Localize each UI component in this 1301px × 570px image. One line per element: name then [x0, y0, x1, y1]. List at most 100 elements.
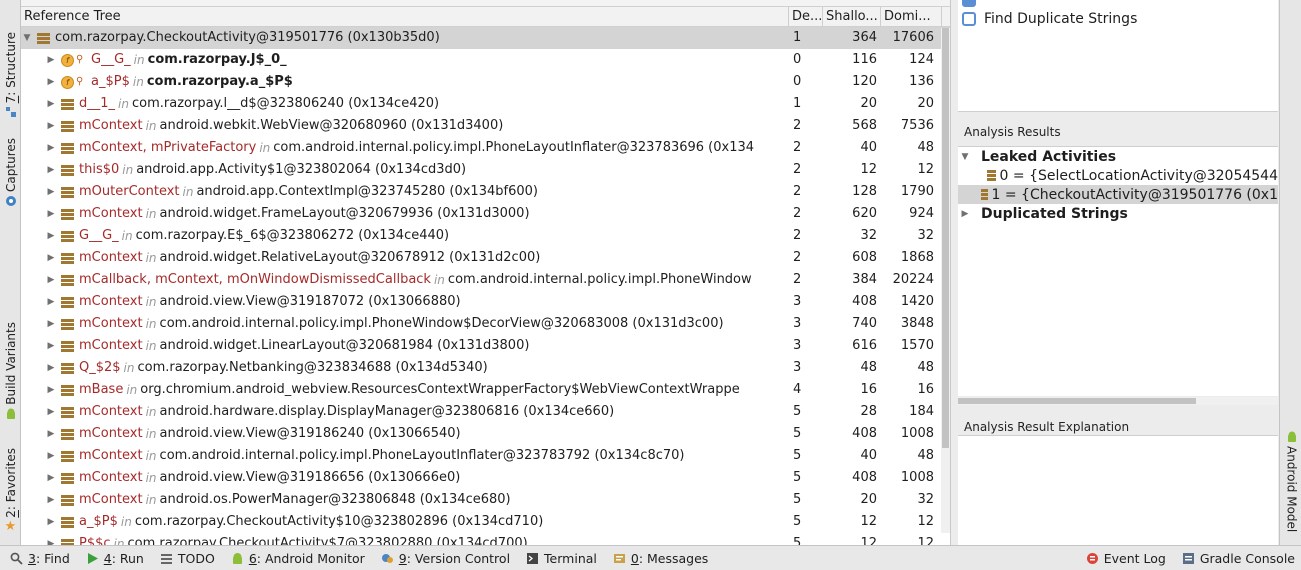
class-tree-icon: ⚲: [76, 76, 84, 87]
instance-icon: [61, 450, 74, 462]
tab-captures[interactable]: Captures: [0, 138, 21, 210]
gradle-icon: [1182, 552, 1195, 565]
bottom-tool-bar: 3: Find 4: Run TODO 6: Android Monitor 9: Ve…: [0, 545, 1301, 570]
field-name: Q_$2$: [79, 360, 121, 375]
tree-row[interactable]: ▶ mContext, mPrivateFactory in com.android.…: [21, 137, 950, 159]
results-horizontal-scrollbar[interactable]: [958, 397, 1278, 405]
field-name: mContext: [79, 316, 143, 331]
expand-arrow-icon[interactable]: ▶: [45, 203, 57, 225]
expand-arrow-icon[interactable]: ▼: [958, 152, 972, 162]
field-name: P$$c: [79, 536, 111, 545]
expand-arrow-icon[interactable]: ▶: [45, 181, 57, 203]
tab-build-variants[interactable]: Build Variants: [0, 322, 21, 423]
results-scroll-thumb[interactable]: [958, 398, 1196, 404]
expand-arrow-icon[interactable]: ▶: [45, 423, 57, 445]
expand-arrow-icon[interactable]: ▶: [45, 269, 57, 291]
tree-row[interactable]: ▶ mContext in android.widget.RelativeLayout…: [21, 247, 950, 269]
tree-row[interactable]: ▶ mContext in android.view.View@319187072 (…: [21, 291, 950, 313]
dominating-value: 48: [917, 448, 934, 463]
tree-row[interactable]: ▶ P$$c in com.razorpay.CheckoutActivity$7@3…: [21, 533, 950, 545]
leaked-activity-item[interactable]: 1 = {CheckoutActivity@319501776 (0x1: [958, 185, 1278, 204]
leaked-activities-node[interactable]: ▼ Leaked Activities: [958, 147, 1278, 166]
tree-root-row[interactable]: ▼ com.razorpay.CheckoutActivity@31950177…: [21, 27, 950, 49]
expand-arrow-icon[interactable]: ▶: [45, 313, 57, 335]
bottom-tab[interactable]: 3: Find: [10, 551, 70, 566]
expand-arrow-icon[interactable]: ▶: [45, 533, 57, 545]
tree-row[interactable]: ▶ mContext in android.hardware.display.Disp…: [21, 401, 950, 423]
option-find-duplicate-strings[interactable]: Find Duplicate Strings: [962, 11, 1137, 27]
bottom-tab[interactable]: 0: Messages: [613, 551, 708, 566]
leaked-activity-item[interactable]: 0 = {SelectLocationActivity@32054544: [958, 166, 1278, 185]
column-dominating-size[interactable]: Domi...: [881, 7, 942, 26]
instance-icon: [61, 406, 74, 418]
tree-row[interactable]: ▶ f ⚲ a_$P$ in com.razorpay.a_$P$ 0 120 136: [21, 71, 950, 93]
bottom-tab[interactable]: 6: Android Monitor: [231, 551, 365, 566]
tree-scroll-thumb[interactable]: [942, 28, 949, 448]
expand-arrow-icon[interactable]: ▶: [45, 467, 57, 489]
expand-arrow-icon[interactable]: ▶: [45, 115, 57, 137]
detect-leaks-checkbox[interactable]: [962, 0, 976, 7]
tree-row[interactable]: ▶ mContext in com.android.internal.policy.i…: [21, 445, 950, 467]
expand-arrow-icon[interactable]: ▶: [958, 209, 972, 219]
expand-arrow-icon[interactable]: ▶: [45, 93, 57, 115]
column-depth[interactable]: De...: [789, 7, 823, 26]
expand-arrow-icon[interactable]: ▶: [45, 159, 57, 181]
option-detect-leaks[interactable]: [962, 0, 984, 7]
bottom-tabs-left: 3: Find 4: Run TODO 6: Android Monitor 9: Ve…: [0, 551, 714, 566]
tree-row[interactable]: ▶ f ⚲ G__G_ in com.razorpay.J$_0_ 0 116 124: [21, 49, 950, 71]
expand-arrow-icon[interactable]: ▶: [45, 489, 57, 511]
upper-panel-edge: [21, 0, 950, 7]
tree-row[interactable]: ▶ mContext in android.view.View@319186240 (…: [21, 423, 950, 445]
expand-arrow-icon[interactable]: ▶: [45, 445, 57, 467]
bottom-tab-number: 9: [398, 550, 407, 566]
expand-arrow-icon[interactable]: ▶: [45, 357, 57, 379]
find-duplicate-checkbox[interactable]: [962, 12, 976, 26]
tree-row[interactable]: ▶ G__G_ in com.razorpay.E$_6$@323806272 (0x…: [21, 225, 950, 247]
bottom-tab[interactable]: 4: Run: [86, 551, 144, 566]
expand-arrow-icon[interactable]: ▶: [45, 71, 57, 93]
tree-row[interactable]: ▶ this$0 in android.app.Activity$1@32380206…: [21, 159, 950, 181]
tree-vertical-scrollbar[interactable]: [941, 28, 950, 533]
expand-arrow-icon[interactable]: ▶: [45, 247, 57, 269]
dominating-value: 1008: [900, 426, 934, 441]
bottom-tab[interactable]: 9: Version Control: [381, 551, 510, 566]
tree-row[interactable]: ▶ mBase in org.chromium.android_webview.Res…: [21, 379, 950, 401]
expand-arrow-icon[interactable]: ▶: [45, 335, 57, 357]
tree-row[interactable]: ▶ a_$P$ in com.razorpay.CheckoutActivity$10…: [21, 511, 950, 533]
tree-row[interactable]: ▶ mOuterContext in android.app.ContextImpl@…: [21, 181, 950, 203]
depth-value: 5: [793, 492, 802, 507]
column-reference[interactable]: Reference Tree: [21, 7, 789, 26]
expand-arrow-icon[interactable]: ▶: [45, 291, 57, 313]
bottom-tab[interactable]: Terminal: [526, 551, 597, 566]
bottom-tab[interactable]: Event Log: [1086, 551, 1166, 566]
analysis-explanation-area: [958, 435, 1278, 545]
tree-row[interactable]: ▶ mContext in android.widget.LinearLayout@3…: [21, 335, 950, 357]
expand-arrow-icon[interactable]: ▶: [45, 379, 57, 401]
tree-row[interactable]: ▶ mContext in android.view.View@319186656 (…: [21, 467, 950, 489]
collapse-arrow-icon[interactable]: ▼: [21, 27, 33, 49]
tab-structure[interactable]: 7: Structure: [0, 32, 21, 121]
expand-arrow-icon[interactable]: ▶: [45, 511, 57, 533]
tab-android-model[interactable]: Android Model: [1281, 428, 1301, 532]
vcs-icon: [381, 552, 394, 565]
depth-value: 2: [793, 162, 802, 177]
bottom-tab[interactable]: TODO: [160, 551, 215, 566]
tree-row[interactable]: ▶ mContext in com.android.internal.policy.i…: [21, 313, 950, 335]
tree-row[interactable]: ▶ mContext in android.widget.FrameLayout@32…: [21, 203, 950, 225]
tree-row[interactable]: ▶ Q_$2$ in com.razorpay.Netbanking@32383468…: [21, 357, 950, 379]
instance-icon: [61, 318, 74, 330]
expand-arrow-icon[interactable]: ▶: [45, 137, 57, 159]
leaked-item-text: 1 = {CheckoutActivity@319501776 (0x1: [991, 186, 1278, 203]
tree-row[interactable]: ▶ d__1_ in com.razorpay.l__d$@323806240 (0x…: [21, 93, 950, 115]
tree-row[interactable]: ▶ mContext in android.webkit.WebView@320680…: [21, 115, 950, 137]
column-shallow-size[interactable]: Shallo...: [823, 7, 881, 26]
bottom-tab[interactable]: Gradle Console: [1182, 551, 1295, 566]
instance-icon: [61, 274, 74, 286]
tree-row[interactable]: ▶ mCallback, mContext, mOnWindowDismissed…: [21, 269, 950, 291]
tab-favorites[interactable]: 2: Favorites ★: [0, 448, 21, 536]
expand-arrow-icon[interactable]: ▶: [45, 401, 57, 423]
expand-arrow-icon[interactable]: ▶: [45, 225, 57, 247]
tree-row[interactable]: ▶ mContext in android.os.PowerManager@32380…: [21, 489, 950, 511]
expand-arrow-icon[interactable]: ▶: [45, 49, 57, 71]
duplicated-strings-node[interactable]: ▶ Duplicated Strings: [958, 204, 1278, 223]
